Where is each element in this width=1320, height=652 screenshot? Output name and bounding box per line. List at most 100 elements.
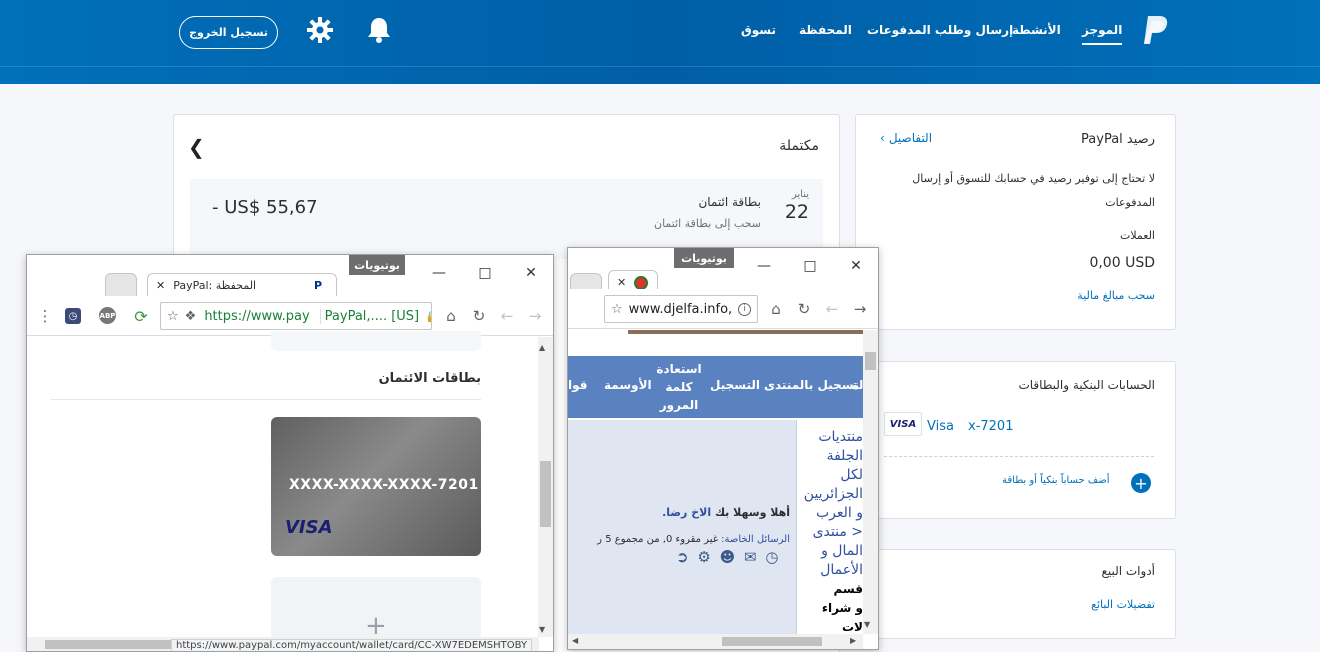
logout-button[interactable]: تسجيل الخروج — [179, 16, 278, 49]
horizontal-scrollbar[interactable]: ◀ ▶ — [568, 634, 863, 649]
bell-icon[interactable] — [364, 15, 394, 45]
info-icon[interactable]: i — [738, 302, 752, 316]
pm-label[interactable]: الرسائل الخاصة: — [721, 534, 790, 545]
vertical-scrollbar[interactable]: ▲ ▼ — [538, 337, 553, 637]
transaction-amount: - US$ 55,67 — [212, 197, 318, 218]
balance-amount: 0,00 USD — [1089, 255, 1155, 271]
tab-paypal-wallet[interactable]: ✕ PayPal: المحفظة P — [147, 273, 337, 297]
hscroll-thumb[interactable] — [722, 637, 822, 646]
scroll-right-icon[interactable]: ▶ — [850, 636, 856, 645]
star-icon[interactable]: ☆ — [611, 302, 623, 317]
new-tab-button[interactable] — [105, 273, 137, 297]
address-bar[interactable]: ☆ ❖ https://www.pay PayPal,.... [US] 🔒 — [160, 302, 432, 330]
window-titlebar[interactable]: بوتيويات — □ ✕ ✕ — [568, 248, 878, 297]
nav-shop[interactable]: تسوق — [741, 23, 776, 37]
header-divider — [0, 66, 1320, 67]
close-tab-icon[interactable]: ✕ — [617, 276, 626, 289]
clock-extension-icon[interactable]: ◷ — [65, 308, 81, 324]
nav-register[interactable]: التسجيل — [710, 378, 760, 392]
browser-toolbar: ⋮ ◷ ABP ⟳ ☆ ❖ https://www.pay PayPal,...… — [27, 296, 553, 336]
forward-arrow-icon[interactable]: → — [525, 306, 545, 326]
details-link[interactable]: ‹ التفاصيل — [880, 131, 932, 145]
close-window-icon[interactable]: ✕ — [846, 256, 866, 276]
close-tab-icon[interactable]: ✕ — [156, 279, 165, 292]
forum-page-content: ة التسجيل بالمنتدى التسجيل استعادة كلمة … — [568, 330, 863, 634]
logout-arrow-icon[interactable]: ➲ — [676, 548, 691, 566]
credit-cards-heading: بطاقات الائتمان — [378, 371, 481, 386]
chevron-left-icon: ‹ — [880, 131, 885, 145]
side-line: لات — [842, 620, 863, 634]
seller-prefs-link[interactable]: تفضيلات البائع — [1091, 598, 1155, 611]
nav-badges[interactable]: الأوسمة — [604, 378, 652, 392]
window-titlebar[interactable]: بوتيويات — □ ✕ ✕ PayPal: المحفظة P — [27, 255, 553, 297]
nav-wallet[interactable]: المحفظة — [799, 23, 852, 37]
status-bar-url: https://www.paypal.com/myaccount/wallet/… — [171, 639, 533, 651]
forward-arrow-icon[interactable]: → — [850, 299, 870, 319]
transaction-subtitle: سحب إلى بطاقة ائتمان — [653, 217, 761, 230]
scroll-down-icon[interactable]: ▼ — [864, 620, 870, 629]
puzzle-icon[interactable]: ❖ — [185, 309, 197, 324]
settings-gear-icon[interactable]: ⚙ — [697, 548, 712, 566]
scroll-thumb[interactable] — [540, 461, 551, 527]
welcome-username[interactable]: الاخ رضا. — [662, 506, 711, 519]
adblock-extension-icon[interactable]: ABP — [99, 307, 116, 324]
back-arrow-icon[interactable]: ← — [822, 299, 842, 319]
banner-strip — [628, 330, 863, 334]
user-action-icons: ➲ ⚙ ☻ ✉ ◷ — [676, 548, 780, 566]
add-friends-icon[interactable]: ☻ — [720, 548, 738, 566]
maximize-icon[interactable]: □ — [475, 263, 495, 283]
history-clock-icon[interactable]: ◷ — [765, 548, 780, 566]
chat-bubbles-icon[interactable]: ✉ — [744, 548, 759, 566]
nav-recover-password[interactable]: استعادة كلمة المرور — [656, 360, 702, 414]
welcome-text: أهلا وسهلا بك الاخ رضا. — [662, 506, 790, 519]
maximize-icon[interactable]: □ — [800, 256, 820, 276]
balance-title: رصيد PayPal — [1081, 132, 1155, 147]
side-line: قسم — [833, 582, 863, 596]
profile-badge[interactable]: بوتيويات — [349, 255, 405, 275]
home-icon[interactable]: ⌂ — [441, 306, 461, 326]
balance-description: لا تحتاج إلى توفير رصيد في حسابك للتسوق … — [912, 172, 1155, 209]
section-divider — [51, 399, 481, 400]
home-icon[interactable]: ⌂ — [766, 299, 786, 319]
back-arrow-icon[interactable]: ← — [497, 306, 517, 326]
profile-badge[interactable]: بوتيويات — [674, 248, 734, 268]
nav-send-request[interactable]: إرسال وطلب المدفوعات — [867, 23, 1013, 37]
reload-icon[interactable]: ↻ — [469, 306, 489, 326]
transaction-status: مكتملة — [779, 138, 819, 154]
scroll-thumb[interactable] — [865, 352, 876, 370]
scroll-left-icon[interactable]: ◀ — [572, 636, 578, 645]
address-bar[interactable]: ☆ www.djelfa.info, i — [604, 295, 758, 323]
pm-text: غير مقروء 0, من مجموع 5 ر — [597, 534, 718, 545]
transaction-title: بطاقة ائتمان — [698, 195, 761, 209]
address-url: https://www.pay — [204, 308, 310, 324]
forum-sidebar-text[interactable]: منتديات الجلفة لكل الجزائريين و العرب < … — [804, 428, 863, 634]
star-icon[interactable]: ☆ — [167, 309, 179, 324]
nav-activity[interactable]: الأنشطة — [1012, 23, 1061, 37]
card-number[interactable]: x-7201 — [968, 419, 1013, 434]
minimize-icon[interactable]: — — [754, 256, 774, 276]
scroll-up-icon[interactable]: ▲ — [539, 343, 545, 352]
refresh-extension-icon[interactable]: ⟳ — [131, 306, 151, 326]
sales-title: أدوات البيع — [1101, 564, 1155, 578]
reload-icon[interactable]: ↻ — [794, 299, 814, 319]
djelfa-favicon-icon — [634, 275, 649, 290]
withdraw-link[interactable]: سحب مبالغ مالية — [1077, 289, 1155, 302]
close-window-icon[interactable]: ✕ — [521, 263, 541, 283]
credit-card-tile[interactable]: XXXX-XXXX-XXXX-7201 VISA — [271, 417, 481, 556]
paypal-logo-icon[interactable] — [1140, 14, 1170, 48]
gear-icon[interactable] — [305, 15, 335, 45]
card-name[interactable]: Visa — [927, 419, 954, 434]
nav-forum-register[interactable]: التسجيل بالمنتدى — [764, 378, 863, 392]
add-bank-link[interactable]: أضف حساباً بنكياً أو بطاقة — [1002, 475, 1110, 486]
minimize-icon[interactable]: — — [429, 263, 449, 283]
add-plus-icon[interactable]: + — [1131, 473, 1151, 493]
nav-summary[interactable]: الموجز — [1082, 23, 1123, 45]
back-chevron-icon[interactable]: ❮ — [188, 135, 205, 159]
side-line: < منتدى — [812, 524, 863, 540]
paypal-balance-card: رصيد PayPal ‹ التفاصيل لا تحتاج إلى توفي… — [855, 114, 1176, 330]
hscroll-thumb[interactable] — [45, 640, 175, 649]
vertical-scrollbar[interactable]: ▼ — [863, 330, 878, 634]
scroll-down-icon[interactable]: ▼ — [539, 625, 545, 634]
nav-lists[interactable]: قوا — [568, 378, 588, 392]
menu-dots-icon[interactable]: ⋮ — [35, 306, 55, 326]
